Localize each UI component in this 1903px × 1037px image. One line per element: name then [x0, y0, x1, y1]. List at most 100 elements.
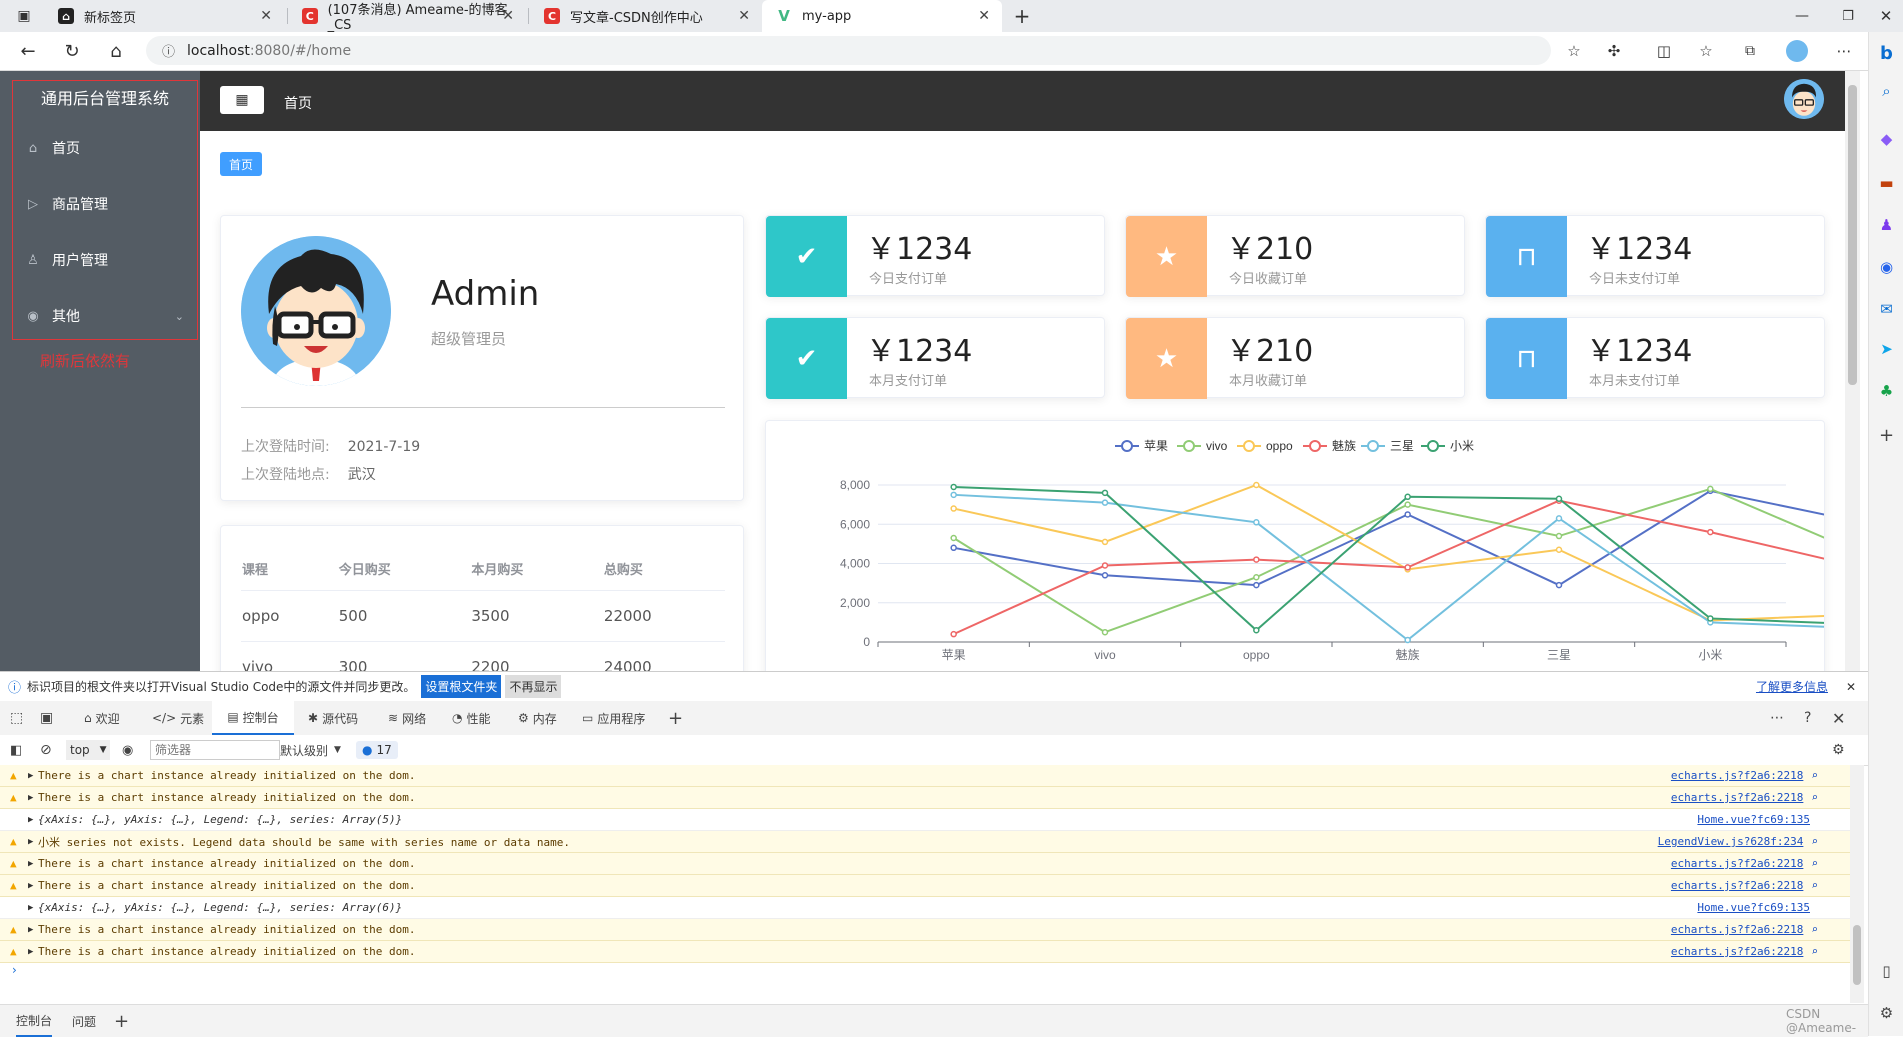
search-icon[interactable]: ⌕	[1811, 923, 1818, 936]
sidebar-item-other[interactable]: ◉ 其他 ⌄	[24, 288, 184, 344]
log-source-link[interactable]: echarts.js?f2a6:2218	[1671, 769, 1803, 782]
expand-triangle-icon[interactable]: ▶	[28, 793, 38, 803]
new-tab-icon[interactable]: +	[1010, 0, 1034, 32]
log-source-link[interactable]: echarts.js?f2a6:2218	[1671, 791, 1803, 804]
tab-application[interactable]: ▭ 应用程序	[582, 701, 645, 735]
log-source-link[interactable]: echarts.js?f2a6:2218	[1671, 945, 1803, 958]
split-screen-icon[interactable]: ◫	[1650, 32, 1678, 70]
device-icon[interactable]: ▣	[40, 701, 53, 735]
more-icon[interactable]: ⋯	[1770, 701, 1784, 735]
minimize-icon[interactable]: —	[1790, 0, 1814, 32]
add-icon[interactable]: +	[1869, 420, 1903, 450]
tab-welcome[interactable]: ⌂ 欢迎	[84, 701, 120, 735]
log-source-link[interactable]: LegendView.js?628f:234	[1658, 835, 1804, 848]
set-root-folder-button[interactable]: 设置根文件夹	[421, 675, 502, 698]
back-icon[interactable]: ←	[14, 32, 42, 70]
close-tab-icon[interactable]: ✕	[502, 8, 514, 24]
console-log-row[interactable]: ▲ ▶ There is a chart instance already init…	[0, 919, 1850, 941]
browser-tab-active[interactable]: V my-app ✕	[762, 0, 1002, 32]
log-level-select[interactable]: 默认级别 ▼	[280, 735, 341, 765]
collections-icon[interactable]: ⧉	[1736, 32, 1764, 70]
send-icon[interactable]: ➤	[1869, 334, 1903, 364]
clear-console-icon[interactable]: ⊘	[40, 735, 52, 765]
close-tab-icon[interactable]: ✕	[738, 8, 750, 24]
search-icon[interactable]: ⌕	[1811, 835, 1818, 848]
expand-triangle-icon[interactable]: ▶	[28, 859, 38, 869]
drawer-tab-issues[interactable]: 问题	[72, 1005, 96, 1037]
console-log-row[interactable]: ▲ ▶ There is a chart instance already init…	[0, 853, 1850, 875]
bing-icon[interactable]: b	[1869, 38, 1903, 68]
collapse-menu-button[interactable]: ▦	[220, 86, 264, 114]
reload-icon[interactable]: ↻	[58, 32, 86, 70]
tab-console[interactable]: ▤ 控制台	[212, 701, 294, 735]
log-source-link[interactable]: Home.vue?fc69:135	[1697, 813, 1810, 826]
tab-performance[interactable]: ◔ 性能	[452, 701, 491, 735]
settings-icon[interactable]: ⚙	[1869, 998, 1903, 1028]
tree-icon[interactable]: ♣	[1869, 376, 1903, 406]
outlook-icon[interactable]: ✉	[1869, 294, 1903, 324]
extensions-icon[interactable]: ✣	[1600, 32, 1628, 70]
scrollbar-thumb[interactable]	[1848, 85, 1857, 385]
console-log-row[interactable]: ▶ {xAxis: {…}, yAxis: {…}, Legend: {…}, s…	[0, 809, 1850, 831]
expand-triangle-icon[interactable]: ▶	[28, 903, 38, 913]
close-tab-icon[interactable]: ✕	[978, 8, 990, 24]
log-source-link[interactable]: echarts.js?f2a6:2218	[1671, 857, 1803, 870]
close-devtools-icon[interactable]: ✕	[1832, 701, 1845, 735]
tab-network[interactable]: ≋ 网络	[388, 701, 426, 735]
console-log-row[interactable]: ▲ ▶ There is a chart instance already init…	[0, 765, 1850, 787]
office-icon[interactable]: ◉	[1869, 252, 1903, 282]
console-log-row[interactable]: ▲ ▶ 小米 series not exists. Legend data shou…	[0, 831, 1850, 853]
expand-triangle-icon[interactable]: ▶	[28, 881, 38, 891]
search-icon[interactable]: ⌕	[1811, 769, 1818, 782]
console-log-row[interactable]: ▶ {xAxis: {…}, yAxis: {…}, Legend: {…}, s…	[0, 897, 1850, 919]
console-settings-icon[interactable]: ⚙	[1832, 735, 1845, 765]
browser-tab[interactable]: C (107条消息) Ameame-的博客_CS ✕	[288, 0, 526, 33]
favorites-icon[interactable]: ☆	[1692, 32, 1720, 70]
console-filter-input[interactable]	[150, 740, 280, 760]
sidebar-toggle-icon[interactable]: ◧	[10, 735, 22, 765]
tab-memory[interactable]: ⚙ 内存	[518, 701, 557, 735]
tab-actions-icon[interactable]: ▣	[10, 0, 38, 32]
close-icon[interactable]: ✕	[1846, 680, 1856, 694]
close-window-icon[interactable]: ✕	[1874, 0, 1898, 32]
drawer-tab-console[interactable]: 控制台	[16, 1005, 53, 1037]
help-icon[interactable]: ?	[1804, 701, 1811, 735]
expand-triangle-icon[interactable]: ▶	[28, 837, 38, 847]
expand-triangle-icon[interactable]: ▶	[28, 947, 38, 957]
more-icon[interactable]: ⋯	[1830, 32, 1858, 70]
sidebar-item-users[interactable]: ♙ 用户管理	[24, 232, 184, 288]
issues-badge[interactable]: ● 17	[356, 741, 398, 759]
tag-icon[interactable]: ◆	[1869, 124, 1903, 154]
expand-triangle-icon[interactable]: ▶	[28, 925, 38, 935]
console-log-row[interactable]: ▲ ▶ There is a chart instance already init…	[0, 941, 1850, 963]
restore-icon[interactable]: ❐	[1836, 0, 1860, 32]
console-prompt-icon[interactable]: ›	[12, 963, 17, 977]
header-avatar[interactable]	[1784, 79, 1824, 119]
dont-show-again-button[interactable]: 不再显示	[505, 675, 562, 698]
expand-triangle-icon[interactable]: ▶	[28, 815, 38, 825]
panel-icon[interactable]: ▯	[1869, 956, 1903, 986]
sidebar-item-goods[interactable]: ▷ 商品管理	[24, 176, 184, 232]
tab-sources[interactable]: ✱ 源代码	[308, 701, 358, 735]
inspect-icon[interactable]: ⬚	[10, 701, 23, 735]
add-tab-icon[interactable]: +	[668, 701, 683, 735]
page-scrollbar[interactable]	[1845, 71, 1860, 671]
home-icon[interactable]: ⌂	[102, 32, 130, 70]
close-tab-icon[interactable]: ✕	[260, 8, 272, 24]
search-icon[interactable]: ⌕	[1869, 76, 1903, 106]
tab-elements[interactable]: </> 元素	[152, 701, 204, 735]
add-favorite-icon[interactable]: ☆	[1560, 32, 1588, 70]
tools-icon[interactable]: ▬	[1869, 168, 1903, 198]
log-source-link[interactable]: Home.vue?fc69:135	[1697, 901, 1810, 914]
console-log-row[interactable]: ▲ ▶ There is a chart instance already init…	[0, 787, 1850, 809]
address-bar[interactable]: ⓘ localhost :8080/#/home	[146, 36, 1551, 65]
learn-more-link[interactable]: 了解更多信息	[1756, 678, 1828, 695]
log-source-link[interactable]: echarts.js?f2a6:2218	[1671, 923, 1803, 936]
search-icon[interactable]: ⌕	[1811, 791, 1818, 804]
sidebar-item-home[interactable]: ⌂ 首页	[24, 120, 184, 176]
profile-avatar[interactable]	[1786, 40, 1808, 62]
search-icon[interactable]: ⌕	[1811, 857, 1818, 870]
expand-triangle-icon[interactable]: ▶	[28, 771, 38, 781]
search-icon[interactable]: ⌕	[1811, 879, 1818, 892]
browser-tab[interactable]: ⌂ 新标签页 ✕	[44, 0, 284, 32]
